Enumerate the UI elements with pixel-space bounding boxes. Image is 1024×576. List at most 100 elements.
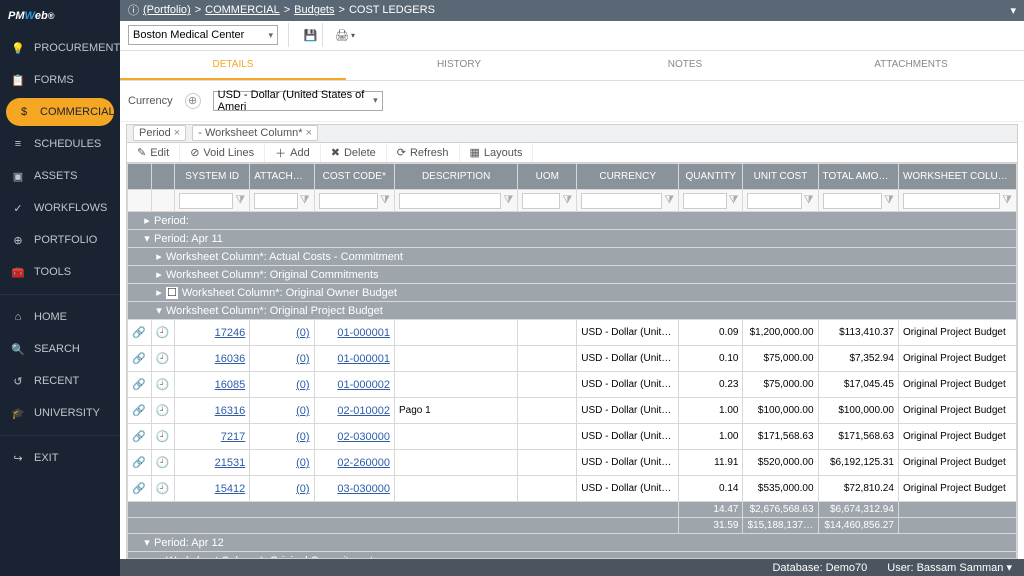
sidebar-item-procurement[interactable]: 💡PROCUREMENT [0, 32, 120, 64]
breadcrumb-root[interactable]: (Portfolio) [143, 4, 191, 16]
tab-attachments[interactable]: ATTACHMENTS [798, 51, 1024, 80]
info-icon[interactable]: ⓘ [128, 2, 139, 18]
sidebar-item-assets[interactable]: ▣ASSETS [0, 160, 120, 192]
system-id-link[interactable]: 21531 [179, 457, 245, 469]
filter-icon[interactable]: ⧩ [1002, 194, 1012, 207]
attachment-link[interactable]: (0) [254, 379, 309, 391]
filter-icon[interactable]: ⧩ [729, 194, 739, 207]
refresh-button[interactable]: ⟳Refresh [387, 143, 460, 163]
topbar-menu-icon[interactable]: ▾ [1010, 4, 1016, 17]
filter-input[interactable] [319, 193, 379, 209]
filter-input[interactable] [522, 193, 560, 209]
group-row[interactable]: ▾Worksheet Column*: Original Project Bud… [128, 302, 1017, 320]
group-row[interactable]: ▾Worksheet Column*: Original Commitments [128, 552, 1017, 559]
system-id-link[interactable]: 16085 [179, 379, 245, 391]
filter-input[interactable] [747, 193, 801, 209]
edit-button[interactable]: ✎Edit [127, 143, 180, 163]
grid[interactable]: SYSTEM IDATTACHMENCOST CODE*DESCRIPTIONU… [126, 163, 1018, 559]
tab-history[interactable]: HISTORY [346, 51, 572, 80]
sidebar-item-schedules[interactable]: ≡SCHEDULES [0, 128, 120, 160]
table-row[interactable]: 🔗🕘16036(0)01-000001USD - Dollar (United … [128, 346, 1017, 372]
col-header[interactable]: UNIT COST [743, 164, 818, 190]
link-icon[interactable]: 🔗 [132, 482, 146, 495]
col-header[interactable]: WORKSHEET COLUMN* [898, 164, 1016, 190]
system-id-link[interactable]: 15412 [179, 483, 245, 495]
link-icon[interactable]: 🔗 [132, 404, 146, 417]
save-button[interactable]: 💾 [299, 23, 323, 47]
tab-details[interactable]: DETAILS [120, 51, 346, 80]
filter-icon[interactable]: ⧩ [380, 194, 390, 207]
col-header[interactable]: DESCRIPTION [394, 164, 517, 190]
attachment-link[interactable]: (0) [254, 405, 309, 417]
clock-icon[interactable]: 🕘 [156, 456, 170, 469]
sidebar-item-home[interactable]: ⌂HOME [0, 301, 120, 333]
expand-icon[interactable]: ▾ [152, 304, 166, 317]
table-row[interactable]: 🔗🕘17246(0)01-000001USD - Dollar (United … [128, 320, 1017, 346]
filter-icon[interactable]: ⧩ [562, 194, 572, 207]
col-header[interactable]: QUANTITY [679, 164, 743, 190]
filter-icon[interactable]: ⧩ [235, 194, 245, 207]
filter-input[interactable] [254, 193, 298, 209]
expand-icon[interactable]: ▸ [152, 250, 166, 263]
void-lines-button[interactable]: ⊘Void Lines [180, 143, 265, 163]
expand-icon[interactable]: ▸ [152, 286, 166, 299]
expand-icon[interactable]: ▾ [140, 536, 154, 549]
cost-code-link[interactable]: 03-030000 [319, 483, 390, 495]
filter-icon[interactable]: ⧩ [300, 194, 310, 207]
add-button[interactable]: ＋Add [265, 143, 321, 163]
cost-code-link[interactable]: 02-030000 [319, 431, 390, 443]
filter-input[interactable] [683, 193, 727, 209]
table-row[interactable]: 🔗🕘15412(0)03-030000USD - Dollar (United … [128, 476, 1017, 502]
filter-icon[interactable]: ⧩ [884, 194, 894, 207]
attachment-link[interactable]: (0) [254, 431, 309, 443]
sidebar-item-portfolio[interactable]: ⊕PORTFOLIO [0, 224, 120, 256]
sidebar-item-forms[interactable]: 📋FORMS [0, 64, 120, 96]
clock-icon[interactable]: 🕘 [156, 352, 170, 365]
print-button[interactable]: 🖨▾ [333, 23, 357, 47]
sidebar-item-tools[interactable]: 🧰TOOLS [0, 256, 120, 288]
table-row[interactable]: 🔗🕘21531(0)02-260000USD - Dollar (United … [128, 450, 1017, 476]
layouts-button[interactable]: ▦Layouts [460, 143, 534, 163]
clock-icon[interactable]: 🕘 [156, 326, 170, 339]
col-header[interactable]: UOM [518, 164, 577, 190]
sidebar-item-recent[interactable]: ↺RECENT [0, 365, 120, 397]
filter-icon[interactable]: ⧩ [804, 194, 814, 207]
col-header[interactable]: COST CODE* [314, 164, 394, 190]
sidebar-item-university[interactable]: 🎓UNIVERSITY [0, 397, 120, 429]
group-pill-period[interactable]: Period× [133, 125, 186, 141]
clock-icon[interactable]: 🕘 [156, 482, 170, 495]
breadcrumb-budgets[interactable]: Budgets [294, 4, 334, 16]
sidebar-item-exit[interactable]: ↪EXIT [0, 442, 120, 474]
cost-code-link[interactable]: 02-010002 [319, 405, 390, 417]
system-id-link[interactable]: 16316 [179, 405, 245, 417]
link-icon[interactable]: 🔗 [132, 326, 146, 339]
group-row[interactable]: ▾Period: Apr 12 [128, 534, 1017, 552]
system-id-link[interactable]: 17246 [179, 327, 245, 339]
filter-input[interactable] [179, 193, 233, 209]
filter-input[interactable] [823, 193, 883, 209]
table-row[interactable]: 🔗🕘16085(0)01-000002USD - Dollar (United … [128, 372, 1017, 398]
group-row[interactable]: ▾Period: Apr 11 [128, 230, 1017, 248]
group-pill-worksheet[interactable]: - Worksheet Column*× [192, 125, 318, 141]
link-icon[interactable]: 🔗 [132, 352, 146, 365]
link-icon[interactable]: 🔗 [132, 456, 146, 469]
project-selector[interactable]: Boston Medical Center [128, 25, 278, 45]
clock-icon[interactable]: 🕘 [156, 404, 170, 417]
link-icon[interactable]: 🔗 [132, 430, 146, 443]
filter-icon[interactable]: ⧩ [664, 194, 674, 207]
chevron-down-icon[interactable]: ▾ [1006, 562, 1012, 574]
col-header[interactable]: TOTAL AMOUNT [818, 164, 898, 190]
currency-target-icon[interactable]: ⊕ [185, 93, 201, 109]
col-header[interactable] [128, 164, 152, 190]
group-row[interactable]: ▸☐Worksheet Column*: Original Owner Budg… [128, 284, 1017, 302]
filter-input[interactable] [903, 193, 1000, 209]
filter-input[interactable] [399, 193, 502, 209]
filter-icon[interactable]: ⧩ [503, 194, 513, 207]
attachment-link[interactable]: (0) [254, 483, 309, 495]
breadcrumb-commercial[interactable]: COMMERCIAL [205, 4, 280, 16]
close-icon[interactable]: × [174, 127, 180, 139]
cost-code-link[interactable]: 01-000001 [319, 353, 390, 365]
table-row[interactable]: 🔗🕘16316(0)02-010002Pago 1USD - Dollar (U… [128, 398, 1017, 424]
expand-icon[interactable]: ▸ [140, 214, 154, 227]
table-row[interactable]: 🔗🕘7217(0)02-030000USD - Dollar (United S… [128, 424, 1017, 450]
